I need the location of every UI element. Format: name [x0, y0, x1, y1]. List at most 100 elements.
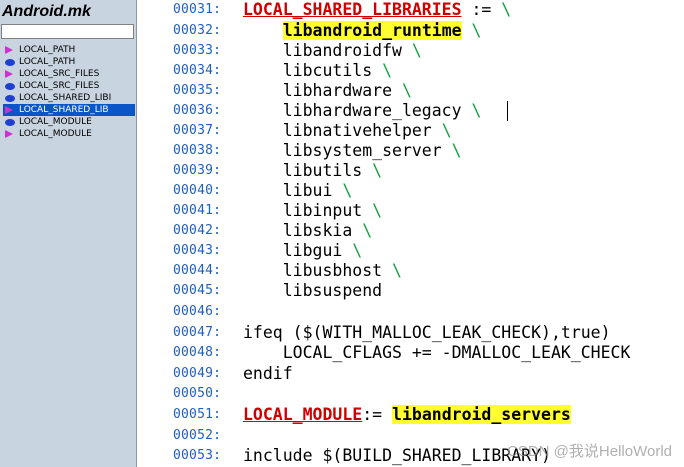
line-number: 00042:	[173, 223, 222, 238]
symbol-item[interactable]: LOCAL_SRC_FILES	[3, 80, 135, 92]
line-continuation: \	[471, 101, 482, 120]
line-number: 00048:	[173, 345, 222, 360]
line-continuation: \	[342, 181, 353, 200]
macro-triangle-icon	[5, 106, 13, 114]
symbol-item[interactable]: LOCAL_MODULE	[3, 116, 135, 128]
code-segment: libcutils	[243, 61, 383, 80]
code-text: LOCAL_SHARED_LIBRARIES := \	[243, 0, 511, 20]
code-segment: libui	[243, 181, 343, 200]
code-text: libgui \	[243, 241, 362, 261]
line-continuation: \	[392, 261, 402, 280]
keyword-token: LOCAL_MODULE	[243, 405, 363, 424]
symbol-item[interactable]: LOCAL_PATH	[3, 44, 135, 56]
code-segment: libutils	[243, 161, 373, 180]
line-number: 00049:	[173, 366, 222, 381]
code-segment: libhardware_legacy	[243, 101, 472, 120]
line-number: 00040:	[173, 183, 222, 198]
line-number: 00038:	[173, 143, 222, 158]
code-segment: libinput	[243, 201, 373, 220]
macro-triangle-icon	[5, 130, 13, 138]
symbol-label: LOCAL_SRC_FILES	[19, 69, 100, 79]
code-segment: libandroidfw	[243, 41, 412, 60]
code-text: libcutils \	[243, 61, 392, 81]
macro-triangle-icon	[5, 70, 13, 78]
code-segment: libsuspend	[243, 281, 383, 300]
symbol-item[interactable]: LOCAL_SHARED_LIBI	[3, 92, 135, 104]
code-segment: include $(BUILD_SHARED_LIBRARY)	[243, 446, 551, 465]
line-number: 00052:	[173, 428, 222, 443]
line-continuation: \	[441, 121, 452, 140]
code-segment: libskia	[243, 221, 363, 240]
code-text: libandroidfw \	[243, 41, 422, 61]
text-caret	[507, 101, 508, 121]
line-number: 00051:	[173, 407, 222, 422]
symbol-item[interactable]: LOCAL_MODULE	[3, 128, 135, 140]
symbol-label: LOCAL_SHARED_LIBI	[19, 93, 112, 103]
symbol-label: LOCAL_SRC_FILES	[19, 81, 100, 91]
code-segment: libnativehelper	[243, 121, 442, 140]
line-continuation: \	[501, 0, 512, 19]
line-number: 00036:	[173, 103, 222, 118]
line-number: 00033:	[173, 43, 222, 58]
symbol-item[interactable]: LOCAL_PATH	[3, 56, 135, 68]
code-text: libhardware_legacy \	[243, 101, 482, 121]
highlighted-token: libandroid_runtime	[282, 21, 462, 40]
symbol-list: LOCAL_PATH LOCAL_PATH LOCAL_SRC_FILES LOCAL…	[3, 44, 135, 140]
line-number: 00047:	[173, 325, 222, 340]
code-text: libnativehelper \	[243, 121, 452, 141]
keyword-token: LOCAL_SHARED_LIBRARIES	[243, 0, 462, 19]
line-continuation: \	[362, 221, 373, 240]
line-number: 00053:	[173, 448, 222, 463]
variable-ellipse-icon	[5, 59, 15, 66]
code-text: libsystem_server \	[243, 141, 462, 161]
line-number: 00046:	[173, 304, 222, 319]
symbol-label: LOCAL_MODULE	[19, 117, 92, 127]
line-number: 00043:	[173, 243, 222, 258]
line-number: 00031:	[173, 2, 222, 17]
line-number: 00041:	[173, 203, 222, 218]
code-text: endif	[243, 364, 293, 384]
line-number: 00045:	[173, 283, 222, 298]
code-text: LOCAL_MODULE:= libandroid_servers	[243, 405, 571, 425]
highlighted-token: libandroid_servers	[392, 405, 571, 424]
variable-ellipse-icon	[5, 119, 15, 126]
line-continuation: \	[461, 21, 482, 40]
code-text: libinput \	[243, 201, 382, 221]
code-segment: libhardware	[243, 81, 402, 100]
symbol-label: LOCAL_PATH	[19, 57, 76, 67]
symbol-search-input[interactable]	[1, 24, 134, 39]
code-segment: LOCAL_CFLAGS += -DMALLOC_LEAK_CHECK	[243, 343, 631, 362]
symbol-item[interactable]: LOCAL_SHARED_LIB	[3, 104, 135, 116]
code-text: libandroid_runtime \	[243, 21, 481, 41]
code-segment: ifeq ($(WITH_MALLOC_LEAK_CHECK),true)	[243, 323, 611, 342]
line-number: 00035:	[173, 83, 222, 98]
symbol-item[interactable]: LOCAL_SRC_FILES	[3, 68, 135, 80]
macro-triangle-icon	[5, 46, 13, 54]
line-continuation: \	[451, 141, 462, 160]
code-editor[interactable]: 00031: LOCAL_SHARED_LIBRARIES := \ 00032: …	[170, 0, 684, 467]
code-text: include $(BUILD_SHARED_LIBRARY)	[243, 446, 551, 466]
symbol-window: Android.mk LOCAL_PATH LOCAL_PATH LOCAL_SRC…	[0, 0, 137, 467]
code-text: libutils \	[243, 161, 382, 181]
line-continuation: \	[372, 161, 383, 180]
file-title: Android.mk	[2, 3, 91, 20]
operator-token: :=	[461, 0, 502, 19]
line-continuation: \	[372, 201, 383, 220]
variable-ellipse-icon	[5, 95, 15, 102]
line-continuation: \	[401, 81, 412, 100]
code-segment: libgui	[243, 241, 353, 260]
code-text: libui \	[243, 181, 353, 201]
line-continuation: \	[352, 241, 363, 260]
symbol-label: LOCAL_PATH	[19, 45, 76, 55]
line-number: 00032:	[173, 23, 222, 38]
line-number: 00037:	[173, 123, 222, 138]
line-number: 00044:	[173, 263, 222, 278]
code-text: libhardware \	[243, 81, 412, 101]
line-number: 00039:	[173, 163, 222, 178]
operator-token: :=	[362, 405, 393, 424]
code-segment: endif	[243, 364, 293, 383]
code-segment: libusbhost	[243, 261, 393, 280]
symbol-label: LOCAL_SHARED_LIB	[19, 105, 109, 115]
code-text: LOCAL_CFLAGS += -DMALLOC_LEAK_CHECK	[243, 343, 631, 363]
